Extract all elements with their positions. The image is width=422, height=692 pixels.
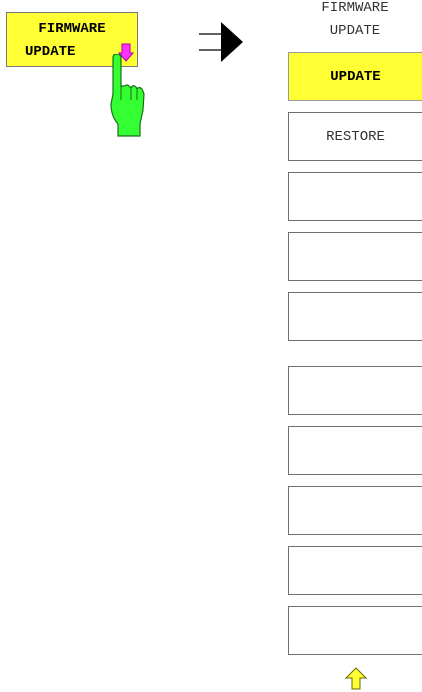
softkey-4[interactable]	[288, 232, 422, 281]
softkey-6[interactable]	[288, 366, 422, 415]
softkey-10[interactable]	[288, 606, 422, 655]
softkey-restore[interactable]: RESTORE	[288, 112, 422, 161]
softkey-8[interactable]	[288, 486, 422, 535]
softkey-7[interactable]	[288, 426, 422, 475]
hardkey-label-line2: UPDATE	[25, 44, 76, 60]
softkey-update[interactable]: UPDATE	[288, 52, 422, 101]
hardkey-label-line1: FIRMWARE	[38, 21, 106, 37]
flow-arrow-icon	[199, 22, 243, 62]
up-arrow-icon	[345, 667, 367, 690]
menu-title-line2: UPDATE	[329, 23, 381, 39]
softkey-3[interactable]	[288, 172, 422, 221]
hand-icon	[110, 54, 145, 137]
menu-title-line1: FIRMWARE	[321, 0, 389, 16]
softkey-9[interactable]	[288, 546, 422, 595]
softkey-5[interactable]	[288, 292, 422, 341]
